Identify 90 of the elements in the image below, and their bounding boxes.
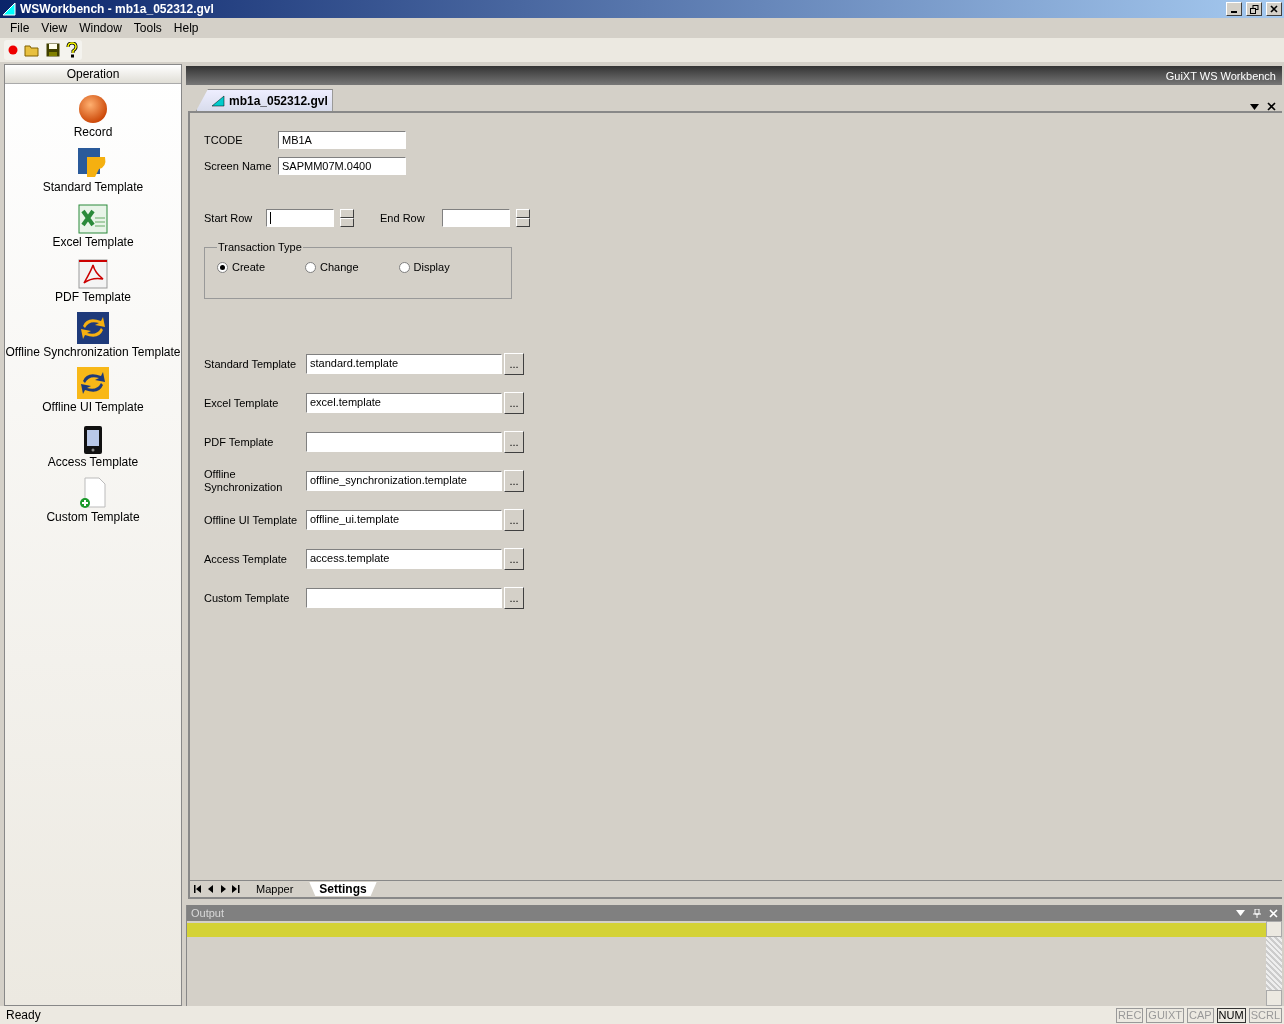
input-field[interactable]: MB1A bbox=[278, 131, 406, 149]
input-field[interactable] bbox=[306, 432, 502, 452]
status-indicator: CAP bbox=[1186, 1007, 1214, 1023]
operation-label[interactable]: Offline UI Template bbox=[42, 400, 144, 414]
field-label: Offline UI Template bbox=[204, 513, 299, 527]
browse-button[interactable]: ... bbox=[504, 353, 524, 375]
radio-label[interactable]: Change bbox=[320, 261, 359, 273]
menu-item[interactable]: Window bbox=[73, 21, 128, 35]
radio-button[interactable] bbox=[305, 261, 317, 273]
pin-icon[interactable] bbox=[1253, 908, 1261, 918]
field-label: TCODE bbox=[204, 134, 244, 146]
text-cursor bbox=[270, 212, 271, 224]
close-button[interactable] bbox=[1266, 2, 1282, 16]
field-label: End Row bbox=[380, 212, 426, 224]
minimize-button[interactable] bbox=[1226, 2, 1242, 16]
field-label: Start Row bbox=[204, 212, 254, 224]
panel-title: Operation bbox=[5, 65, 181, 84]
close-icon bbox=[1270, 5, 1278, 13]
radio-label[interactable]: Create bbox=[232, 261, 266, 273]
dropdown-icon[interactable] bbox=[1250, 103, 1259, 110]
radio-button[interactable] bbox=[217, 261, 228, 273]
status-indicator: REC bbox=[1116, 1007, 1144, 1023]
status-indicator: GUIXT bbox=[1146, 1007, 1184, 1023]
field-label: Access Template bbox=[204, 552, 288, 566]
browse-button[interactable]: ... bbox=[504, 509, 524, 531]
spin-buttons[interactable] bbox=[516, 209, 530, 227]
header-title: GuiXT WS Workbench bbox=[186, 66, 1282, 85]
document-icon bbox=[211, 94, 225, 107]
sheet-tab[interactable]: Settings bbox=[309, 882, 377, 896]
field-label: Offline Synchronization bbox=[204, 468, 284, 494]
field-label: Screen Name bbox=[204, 160, 272, 172]
status-indicator: NUM bbox=[1216, 1007, 1246, 1023]
sync-arrows-icon[interactable] bbox=[77, 312, 109, 344]
output-title: Output bbox=[191, 907, 226, 919]
browse-button[interactable]: ... bbox=[504, 431, 524, 453]
window-title: WSWorkbench - mb1a_052312.gvl bbox=[20, 2, 215, 16]
last-page-icon[interactable] bbox=[232, 885, 240, 893]
radio-button[interactable] bbox=[398, 261, 410, 273]
field-label: Custom Template bbox=[204, 591, 291, 605]
menu-item[interactable]: Tools bbox=[127, 21, 168, 35]
input-field[interactable]: excel.template bbox=[306, 393, 502, 413]
status-indicator: SCRL bbox=[1248, 1007, 1282, 1023]
input-field[interactable] bbox=[266, 209, 334, 227]
help-icon[interactable] bbox=[66, 42, 78, 58]
open-folder-icon[interactable] bbox=[24, 43, 40, 57]
operation-label[interactable]: PDF Template bbox=[55, 290, 131, 304]
browse-button[interactable]: ... bbox=[504, 470, 524, 492]
first-page-icon[interactable] bbox=[194, 885, 202, 893]
operation-label[interactable]: Custom Template bbox=[46, 510, 140, 524]
phone-icon[interactable] bbox=[84, 426, 102, 454]
input-field[interactable] bbox=[306, 588, 502, 608]
ball-icon[interactable] bbox=[78, 94, 108, 124]
operation-label[interactable]: Standard Template bbox=[42, 180, 144, 194]
menu-item[interactable]: File bbox=[4, 21, 36, 35]
next-icon[interactable] bbox=[220, 885, 226, 893]
input-field[interactable]: SAPMM07M.0400 bbox=[278, 157, 406, 175]
input-field[interactable]: offline_ui.template bbox=[306, 510, 502, 530]
operation-label[interactable]: Excel Template bbox=[52, 235, 134, 249]
browse-button[interactable]: ... bbox=[504, 392, 524, 414]
spin-buttons[interactable] bbox=[340, 209, 354, 227]
input-field[interactable]: standard.template bbox=[306, 354, 502, 374]
operation-label[interactable]: Offline Synchronization Template bbox=[5, 345, 181, 359]
operation-label[interactable]: Record bbox=[73, 125, 113, 139]
input-field[interactable]: access.template bbox=[306, 549, 502, 569]
menu-item[interactable]: Help bbox=[167, 21, 205, 35]
new-document-icon[interactable] bbox=[79, 477, 107, 509]
operation-label[interactable]: Access Template bbox=[47, 455, 139, 469]
save-icon[interactable] bbox=[46, 43, 60, 57]
menu-item[interactable]: View bbox=[35, 21, 74, 35]
group-title: Transaction Type bbox=[217, 241, 303, 253]
scrollbar[interactable] bbox=[1266, 921, 1282, 1006]
field-label: Standard Template bbox=[204, 357, 298, 371]
app-logo-icon bbox=[2, 2, 16, 16]
browse-button[interactable]: ... bbox=[504, 587, 524, 609]
spreadsheet-icon[interactable] bbox=[78, 204, 108, 234]
field-label: Excel Template bbox=[204, 396, 280, 410]
field-label: PDF Template bbox=[204, 435, 275, 449]
record-icon[interactable] bbox=[8, 45, 18, 55]
status-text: Ready bbox=[6, 1008, 42, 1022]
input-field[interactable] bbox=[442, 209, 510, 227]
sync-arrows-icon[interactable] bbox=[77, 367, 109, 399]
restore-button[interactable] bbox=[1246, 2, 1262, 16]
previous-icon[interactable] bbox=[208, 885, 214, 893]
radio-label[interactable]: Display bbox=[413, 261, 450, 273]
input-field[interactable]: offline_synchronization.template bbox=[306, 471, 502, 491]
restore-icon bbox=[1249, 4, 1259, 14]
document-tab[interactable]: mb1a_052312.gvl bbox=[196, 89, 333, 111]
browse-button[interactable]: ... bbox=[504, 548, 524, 570]
document-icon[interactable] bbox=[78, 259, 108, 289]
close-icon[interactable] bbox=[1267, 102, 1276, 111]
